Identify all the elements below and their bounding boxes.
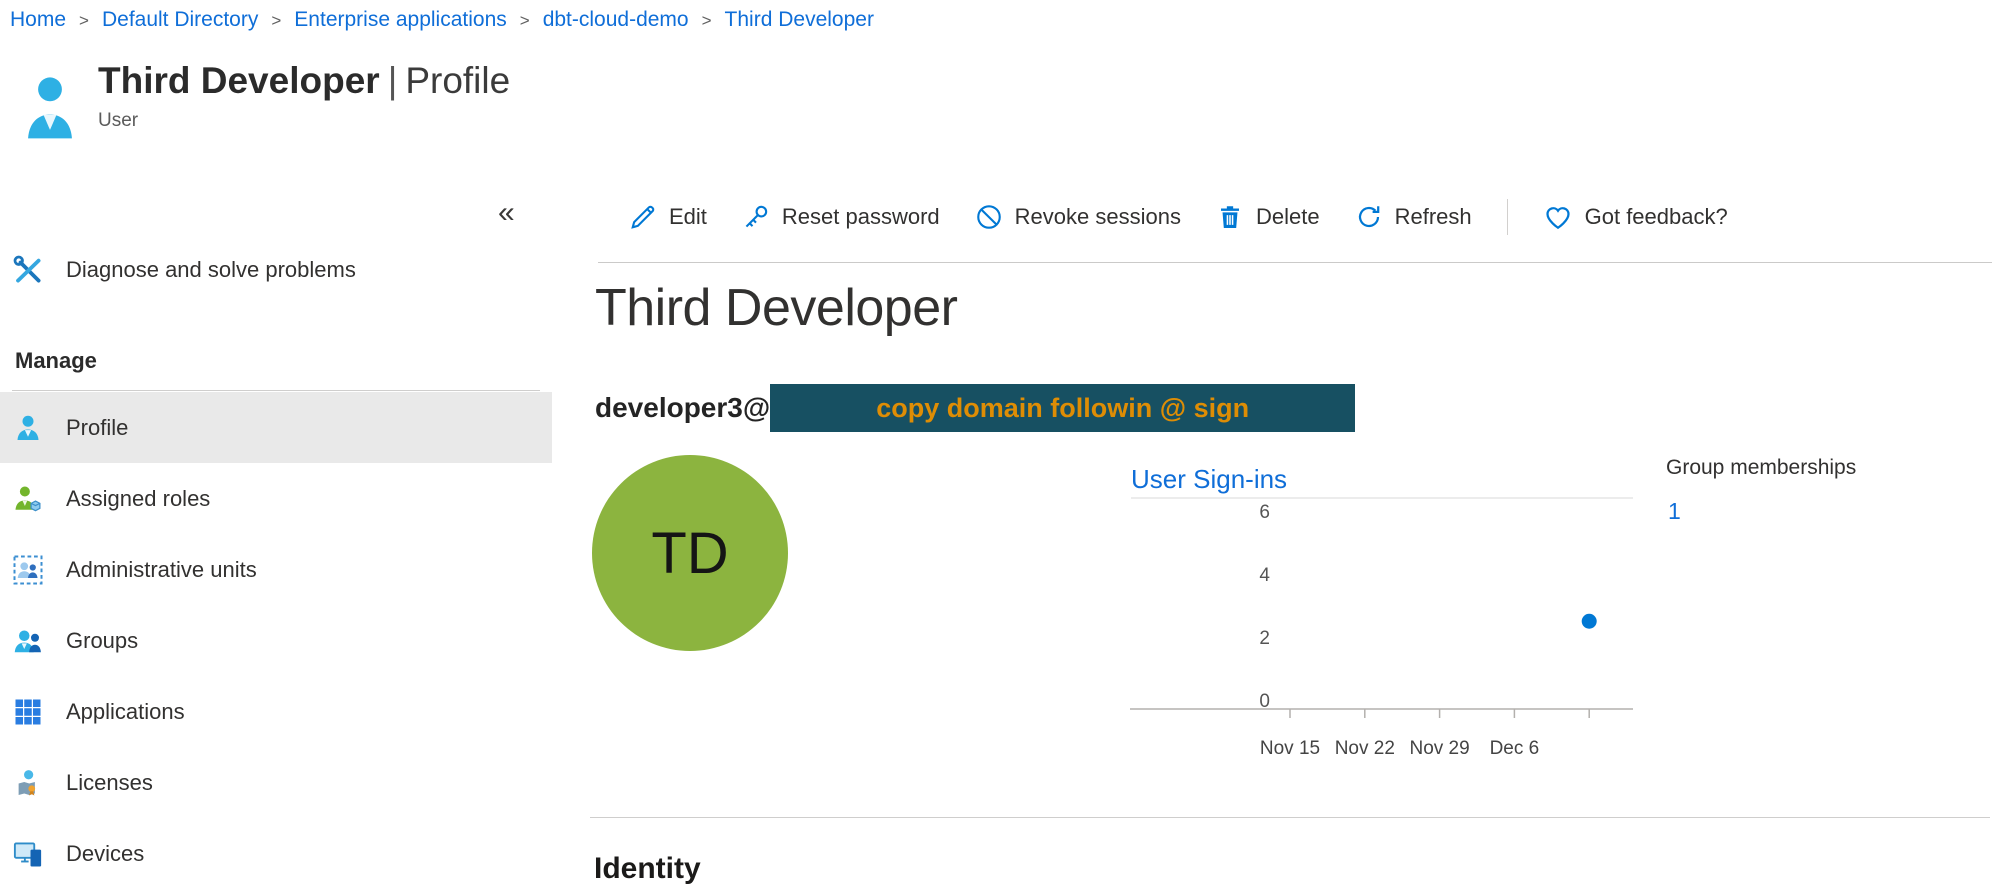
button-label: Delete (1256, 204, 1320, 230)
breadcrumb-home[interactable]: Home (10, 8, 66, 32)
svg-text:Nov 15: Nov 15 (1260, 738, 1320, 759)
page-header: Third Developer|Profile User (22, 60, 510, 146)
avatar: TD (592, 455, 788, 651)
devices-icon (13, 839, 43, 869)
section-divider (590, 817, 1990, 818)
revoke-sessions-button[interactable]: Revoke sessions (975, 203, 1181, 231)
refresh-icon (1355, 203, 1383, 231)
sidebar-item-label: Groups (66, 628, 138, 654)
breadcrumb-separator: > (79, 9, 89, 31)
sidebar-item-devices[interactable]: Devices (0, 818, 552, 884)
button-label: Refresh (1395, 204, 1472, 230)
content-divider (598, 262, 1992, 263)
command-bar: Edit Reset password Revoke sessions De (629, 194, 1728, 240)
toolbar-divider (1507, 199, 1508, 235)
got-feedback-button[interactable]: Got feedback? (1543, 202, 1728, 232)
pencil-icon (629, 203, 657, 231)
sidebar-menu: Profile Assigned roles (0, 392, 552, 884)
sidebar-item-profile[interactable]: Profile (0, 392, 552, 463)
sidebar-item-assigned-roles[interactable]: Assigned roles (0, 463, 552, 534)
object-type-label: User (98, 110, 510, 132)
breadcrumb-separator: > (702, 9, 712, 31)
sidebar: « Diagnose and solve problems Manage Pro… (0, 150, 552, 884)
person-icon (13, 413, 43, 443)
page-title: Third Developer|Profile (98, 60, 510, 102)
admin-units-icon (13, 555, 43, 585)
sign-ins-plot: 0246Nov 15Nov 22Nov 29Dec 6 (1100, 440, 1720, 780)
sidebar-item-licenses[interactable]: Licenses (0, 747, 552, 818)
sidebar-item-diagnose-and-solve-problems[interactable]: Diagnose and solve problems (0, 247, 552, 293)
heart-icon (1543, 202, 1573, 232)
svg-text:Nov 22: Nov 22 (1335, 738, 1395, 759)
user-principal-name: developer3@ copy domain followin @ sign (595, 384, 1355, 432)
person-role-icon (13, 484, 43, 514)
edit-button[interactable]: Edit (629, 203, 707, 231)
svg-text:6: 6 (1259, 502, 1270, 523)
user-icon (22, 70, 78, 146)
sidebar-item-applications[interactable]: Applications (0, 676, 552, 747)
sidebar-section-manage: Manage (15, 348, 97, 374)
group-memberships-label: Group memberships (1666, 456, 1856, 480)
sidebar-item-label: Assigned roles (66, 486, 210, 512)
sidebar-item-label: Profile (66, 415, 128, 441)
user-display-name: Third Developer (595, 278, 957, 338)
page-title-name: Third Developer (98, 60, 380, 101)
breadcrumb-separator: > (271, 9, 281, 31)
key-icon (742, 203, 770, 231)
breadcrumb-enterprise-applications[interactable]: Enterprise applications (294, 8, 506, 32)
sidebar-item-label: Diagnose and solve problems (66, 257, 356, 283)
breadcrumb: Home > Default Directory > Enterprise ap… (10, 8, 874, 32)
svg-text:Nov 29: Nov 29 (1409, 738, 1469, 759)
svg-text:4: 4 (1259, 565, 1270, 586)
button-label: Revoke sessions (1015, 204, 1181, 230)
reset-password-button[interactable]: Reset password (742, 203, 940, 231)
grid-icon (13, 697, 43, 727)
user-profile-page: Home > Default Directory > Enterprise ap… (0, 0, 2004, 884)
identity-section-heading: Identity (594, 852, 701, 884)
page-title-section: Profile (405, 60, 510, 101)
block-icon (975, 203, 1003, 231)
group-memberships-count-link[interactable]: 1 (1668, 498, 1681, 525)
sidebar-divider (12, 390, 540, 391)
button-label: Reset password (782, 204, 940, 230)
sidebar-item-label: Licenses (66, 770, 153, 796)
breadcrumb-default-directory[interactable]: Default Directory (102, 8, 258, 32)
signin-data-point (1582, 614, 1597, 629)
groups-icon (13, 626, 43, 656)
breadcrumb-dbt-cloud-demo[interactable]: dbt-cloud-demo (543, 8, 689, 32)
trash-icon (1216, 203, 1244, 231)
tools-icon (13, 255, 43, 285)
svg-text:Dec 6: Dec 6 (1490, 738, 1540, 759)
sidebar-item-groups[interactable]: Groups (0, 605, 552, 676)
sidebar-item-label: Devices (66, 841, 144, 867)
breadcrumb-third-developer[interactable]: Third Developer (725, 8, 874, 32)
breadcrumb-separator: > (520, 9, 530, 31)
sidebar-item-label: Administrative units (66, 557, 257, 583)
email-prefix: developer3@ (595, 392, 770, 424)
sidebar-collapse-button[interactable]: « (498, 198, 515, 228)
button-label: Edit (669, 204, 707, 230)
sidebar-item-administrative-units[interactable]: Administrative units (0, 534, 552, 605)
refresh-button[interactable]: Refresh (1355, 203, 1472, 231)
email-domain-redaction: copy domain followin @ sign (770, 384, 1355, 432)
svg-text:2: 2 (1259, 628, 1270, 649)
sidebar-item-label: Applications (66, 699, 185, 725)
delete-button[interactable]: Delete (1216, 203, 1320, 231)
license-icon (13, 768, 43, 798)
button-label: Got feedback? (1585, 204, 1728, 230)
page-title-separator: | (380, 60, 406, 101)
sign-ins-chart: User Sign-ins 0246Nov 15Nov 22Nov 29Dec … (1100, 440, 1720, 780)
